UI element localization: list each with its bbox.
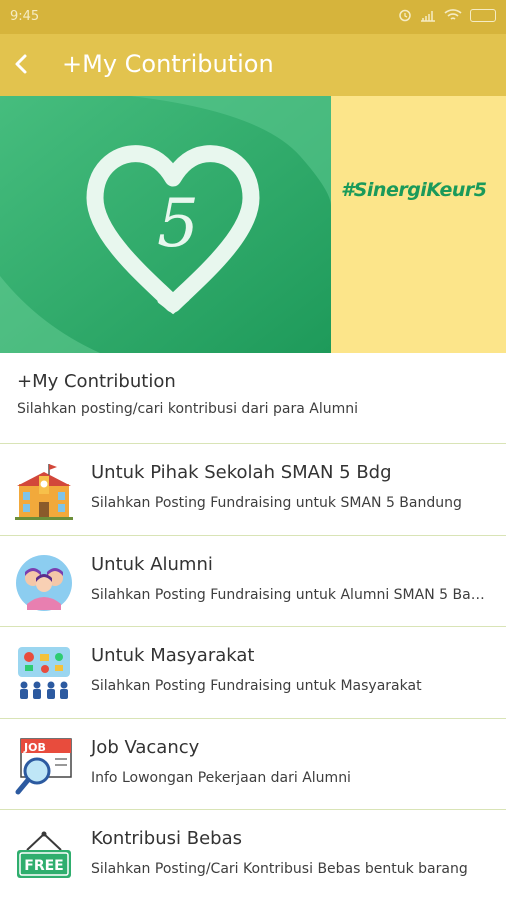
- wifi-icon: [444, 9, 462, 20]
- item-title: Kontribusi Bebas: [91, 828, 242, 849]
- item-subtitle: Silahkan Posting Fundraising untuk Masya…: [91, 678, 422, 694]
- item-title: Untuk Pihak Sekolah SMAN 5 Bdg: [91, 462, 392, 483]
- back-button[interactable]: [6, 48, 38, 80]
- job-search-icon: JOB: [15, 737, 72, 794]
- status-bar: 9:45: [0, 0, 506, 34]
- item-subtitle: Silahkan Posting Fundraising untuk SMAN …: [91, 495, 462, 511]
- list-item-alumni[interactable]: Untuk Alumni Silahkan Posting Fundraisin…: [0, 536, 506, 627]
- section-header: +My Contribution Silahkan posting/cari k…: [0, 353, 506, 444]
- banner: 5 #SinergiKeur5: [0, 96, 506, 353]
- free-sign-icon: FREE: [17, 831, 71, 878]
- status-time: 9:45: [10, 9, 40, 24]
- status-icons: [398, 8, 496, 22]
- signal-icon: [421, 11, 435, 22]
- item-subtitle: Silahkan Posting Fundraising untuk Alumn…: [91, 586, 491, 603]
- list-item-masyarakat[interactable]: Untuk Masyarakat Silahkan Posting Fundra…: [0, 627, 506, 719]
- list-item-job-vacancy[interactable]: JOB Job Vacancy Info Lowongan Pekerjaan …: [0, 719, 506, 810]
- list-item-sekolah[interactable]: Untuk Pihak Sekolah SMAN 5 Bdg Silahkan …: [0, 444, 506, 536]
- app-bar: +My Contribution: [0, 34, 506, 96]
- arrow-back-icon: [15, 54, 27, 74]
- banner-yellow-panel: [331, 96, 506, 353]
- school-building-icon: [15, 464, 73, 520]
- banner-hashtag: #SinergiKeur5: [341, 179, 487, 201]
- alarm-icon: [399, 9, 411, 22]
- item-subtitle: Silahkan Posting/Cari Kontribusi Bebas b…: [91, 861, 468, 877]
- section-header-subtitle: Silahkan posting/cari kontribusi dari pa…: [17, 401, 358, 417]
- job-label: JOB: [23, 741, 46, 754]
- list-item-kontribusi-bebas[interactable]: FREE Kontribusi Bebas Silahkan Posting/C…: [0, 810, 506, 900]
- item-title: Job Vacancy: [91, 736, 200, 758]
- item-title: Untuk Masyarakat: [91, 645, 255, 666]
- battery-icon: [470, 8, 496, 22]
- logo-number: 5: [157, 185, 199, 262]
- item-title: Untuk Alumni: [91, 553, 213, 575]
- alumni-group-icon: [16, 554, 72, 611]
- contribution-list: +My Contribution Silahkan posting/cari k…: [0, 353, 506, 900]
- free-label: FREE: [24, 858, 63, 874]
- section-header-title: +My Contribution: [17, 371, 176, 392]
- item-subtitle: Info Lowongan Pekerjaan dari Alumni: [91, 769, 351, 786]
- page-title: +My Contribution: [62, 50, 274, 78]
- community-icon: [18, 647, 70, 699]
- logo-number-text: 5: [157, 185, 199, 262]
